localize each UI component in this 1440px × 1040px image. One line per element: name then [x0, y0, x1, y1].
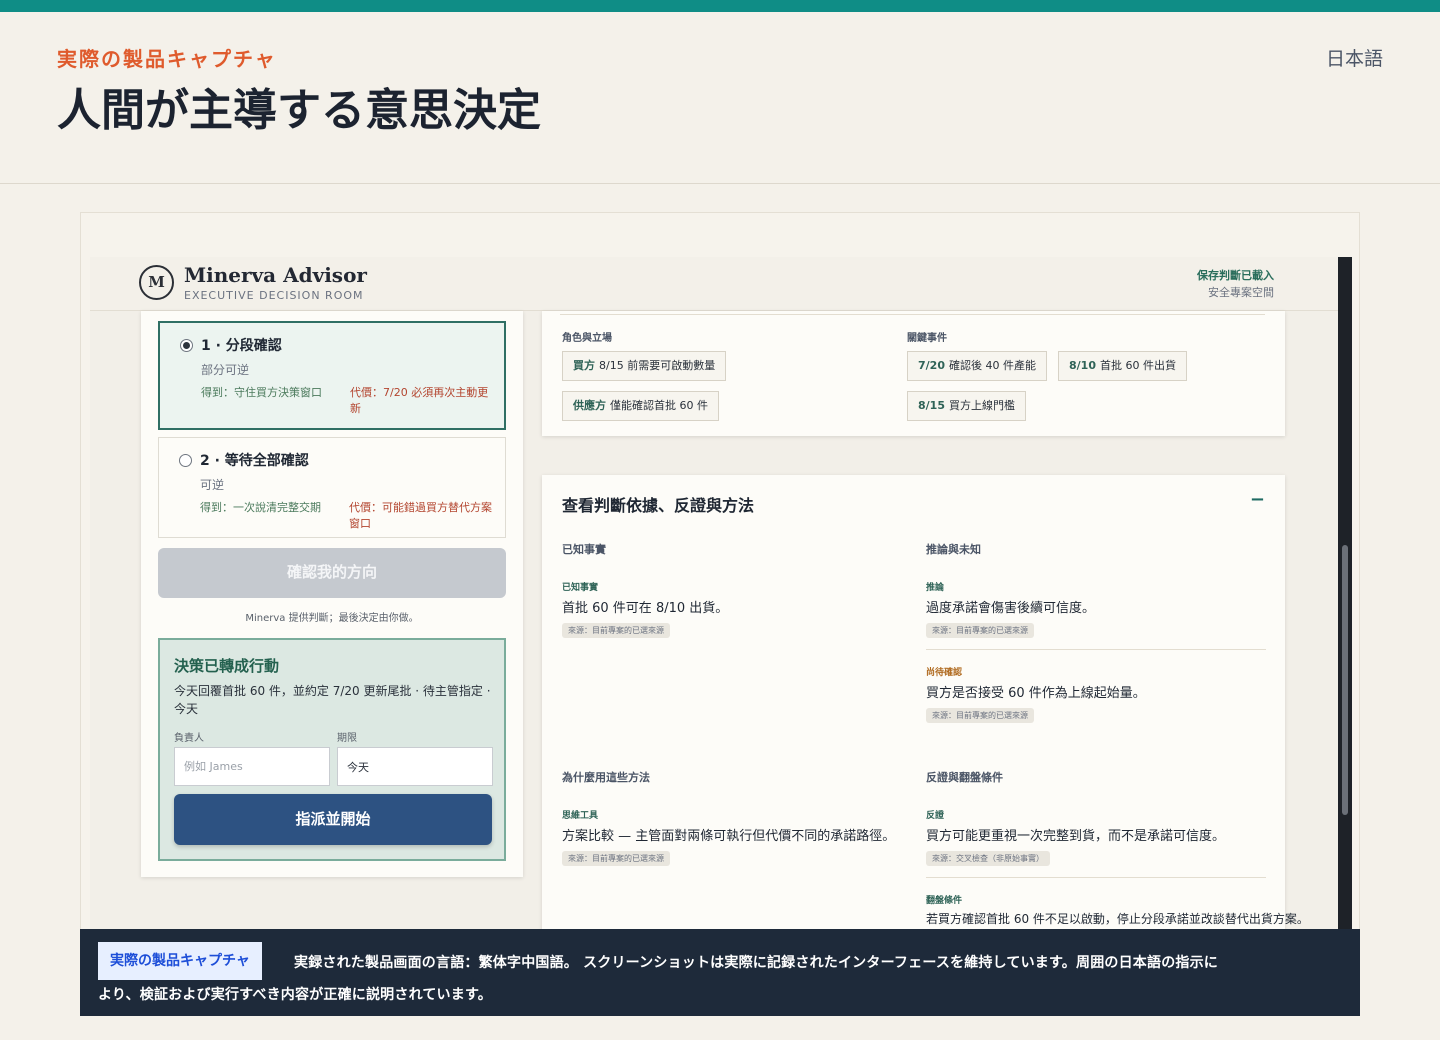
counter-text: 買方可能更重視一次完整到貨，而不是承諾可信度。	[926, 829, 1226, 844]
option-gain: 得到：守住買方決策窗口	[201, 386, 322, 399]
collapse-icon[interactable]: −	[1250, 489, 1265, 510]
app-header: M Minerva Advisor EXECUTIVE DECISION ROO…	[90, 257, 1338, 311]
method-heading: 為什麼用這些方法	[562, 771, 650, 784]
scrollbar-thumb[interactable]	[1342, 545, 1348, 815]
option-title: 1 · 分段確認	[201, 338, 282, 354]
divider	[560, 314, 1265, 315]
app-title: Minerva Advisor	[184, 263, 367, 287]
caption-text: より、検証および実行すべき内容が正確に説明されています。	[98, 987, 492, 1003]
option-cost: 代價：7/20 必須再次主動更新	[350, 386, 489, 415]
method-text: 方案比較 — 主管面對兩條可執行但代價不同的承諾路徑。	[562, 829, 896, 844]
events-label: 關鍵事件	[907, 333, 947, 344]
option-reversibility: 可逆	[200, 478, 225, 492]
product-screenshot: M Minerva Advisor EXECUTIVE DECISION ROO…	[90, 257, 1352, 1015]
minerva-note: Minerva 提供判斷；最後決定由你做。	[245, 613, 419, 624]
screenshot-frame: M Minerva Advisor EXECUTIVE DECISION ROO…	[80, 212, 1360, 1016]
role-chip: 供應方 僅能確認首批 60 件	[562, 391, 719, 421]
flip-condition-tag: 翻盤條件	[926, 896, 963, 906]
option-cost: 代價：可能錯過買方替代方案窗口	[349, 501, 492, 530]
option-gain: 得到：一次說清完整交期	[200, 501, 321, 514]
deadline-input[interactable]	[337, 747, 493, 786]
eyebrow-label: 実際の製品キャプチャ	[57, 47, 277, 71]
source-badge: 來源：交叉檢查（非原始事實）	[926, 851, 1050, 866]
flip-condition-text: 若買方確認首批 60 件不足以啟動，停止分段承諾並改談替代出貨方案。	[926, 912, 1309, 926]
evidence-title[interactable]: 查看判斷依據、反證與方法	[562, 492, 754, 516]
divider	[926, 649, 1266, 650]
fact-tag: 已知事實	[562, 583, 599, 593]
secure-space-label: 安全專案空間	[1208, 286, 1274, 299]
action-description: 今天回覆首批 60 件，並約定 7/20 更新尾批 · 待主管指定 · 今天	[174, 684, 491, 716]
radio-selected-icon[interactable]	[180, 339, 193, 352]
context-card: 角色與立場 關鍵事件 買方 8/15 前需要可啟動數量 供應方 僅能確認首批 60 …	[542, 311, 1285, 436]
owner-input[interactable]	[174, 747, 330, 786]
inference-text: 過度承諾會傷害後續可信度。	[926, 601, 1096, 616]
inference-heading: 推論與未知	[926, 543, 981, 556]
divider	[926, 877, 1266, 878]
event-chip: 8/15 買方上線門檻	[907, 391, 1026, 421]
fact-text: 首批 60 件可在 8/10 出貨。	[562, 601, 729, 616]
event-chip: 7/20 確認後 40 件產能	[907, 351, 1047, 381]
pending-text: 買方是否接受 60 件作為上線起始量。	[926, 686, 1146, 701]
deadline-label: 期限	[337, 733, 357, 744]
option-reversibility: 部分可逆	[201, 363, 250, 377]
source-badge: 來源：目前專案的已選來源	[926, 623, 1034, 638]
caption-text: 実録された製品画面の言語：繁体字中国語。 スクリーンショットは実際に記録されたイ…	[294, 955, 1219, 971]
action-title: 決策已轉成行動	[174, 657, 280, 675]
caption-badge: 実際の製品キャプチャ	[98, 942, 262, 980]
option-card-1[interactable]: 1 · 分段確認 部分可逆 得到：守住買方決策窗口 代價：7/20 必須再次主動…	[158, 321, 506, 430]
page-header: 実際の製品キャプチャ 人間が主導する意思決定 日本語	[0, 12, 1440, 184]
scrollbar[interactable]	[1338, 257, 1352, 1015]
counter-heading: 反證與翻盤條件	[926, 771, 1003, 784]
known-facts-heading: 已知事實	[562, 543, 606, 556]
source-badge: 來源：目前專案的已選來源	[926, 708, 1034, 723]
confirm-direction-button[interactable]: 確認我的方向	[158, 548, 506, 598]
counter-tag: 反證	[926, 811, 945, 821]
assign-and-start-button[interactable]: 指派並開始	[174, 794, 492, 845]
radio-unselected-icon[interactable]	[179, 454, 192, 467]
inference-tag: 推論	[926, 583, 945, 593]
method-tag: 思維工具	[562, 811, 599, 821]
minerva-logo-icon: M	[139, 265, 174, 300]
roles-label: 角色與立場	[562, 333, 612, 344]
role-chip: 買方 8/15 前需要可啟動數量	[562, 351, 727, 381]
event-chip: 8/10 首批 60 件出貨	[1058, 351, 1187, 381]
owner-label: 負責人	[174, 733, 204, 744]
app-subtitle: EXECUTIVE DECISION ROOM	[184, 289, 364, 302]
top-accent-stripe	[0, 0, 1440, 12]
source-badge: 來源：目前專案的已選來源	[562, 851, 670, 866]
language-switch[interactable]: 日本語	[1326, 44, 1383, 71]
page-title: 人間が主導する意思決定	[57, 85, 541, 136]
option-card-2[interactable]: 2 · 等待全部確認 可逆 得到：一次說清完整交期 代價：可能錯過買方替代方案窗…	[158, 437, 506, 538]
option-title: 2 · 等待全部確認	[200, 453, 309, 469]
action-card: 決策已轉成行動 今天回覆首批 60 件，並約定 7/20 更新尾批 · 待主管指…	[158, 638, 506, 861]
source-badge: 來源：目前專案的已選來源	[562, 623, 670, 638]
caption-bar: 実際の製品キャプチャ 実録された製品画面の言語：繁体字中国語。 スクリーンショッ…	[80, 929, 1360, 1016]
decision-panel: 1 · 分段確認 部分可逆 得到：守住買方決策窗口 代價：7/20 必須再次主動…	[141, 311, 523, 877]
pending-tag: 尚待確認	[926, 668, 963, 678]
save-status: 保存判斷已載入	[1197, 269, 1274, 282]
